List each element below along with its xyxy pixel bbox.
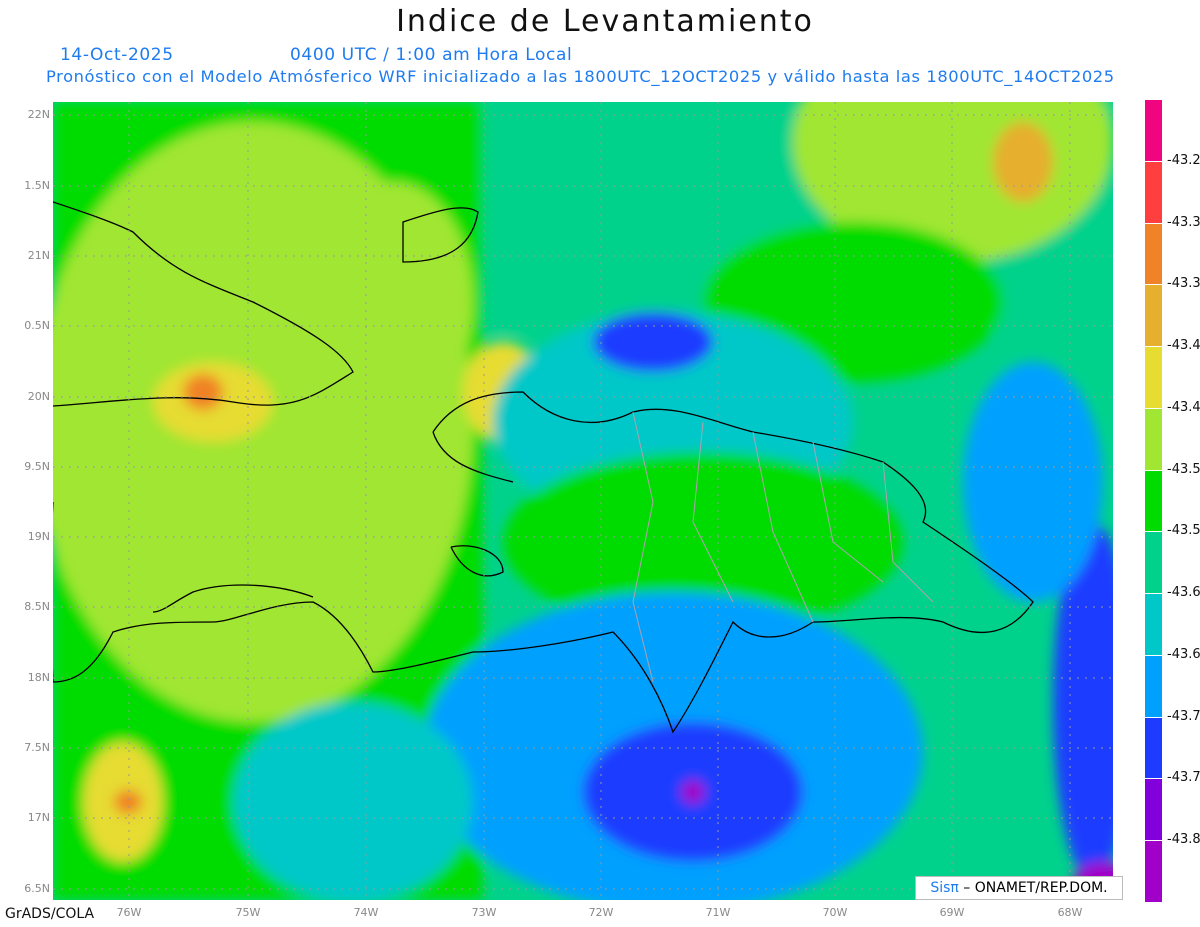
lat-label: 22N xyxy=(27,108,50,121)
lat-label: 17N xyxy=(27,811,50,824)
lat-label: 9.5N xyxy=(24,460,50,473)
colorbar-swatch xyxy=(1145,594,1162,655)
colorbar-swatch xyxy=(1145,532,1162,594)
lat-label: 6.5N xyxy=(24,882,50,895)
colorbar-label: -43.3 xyxy=(1167,214,1200,230)
colorbar-swatch xyxy=(1145,655,1162,717)
colorbar-swatch xyxy=(1145,470,1162,532)
lon-label: 68W xyxy=(1057,906,1083,919)
lon-label: 69W xyxy=(939,906,965,919)
grads-credit: GrADS/COLA xyxy=(5,906,95,922)
forecast-time: 0400 UTC / 1:00 am Hora Local xyxy=(290,45,573,65)
lifted-index-map xyxy=(53,102,1113,900)
forecast-description: Pronóstico con el Modelo Atmósferico WRF… xyxy=(46,67,1115,86)
colorbar-swatch xyxy=(1145,161,1162,223)
lon-label: 75W xyxy=(235,906,261,919)
forecast-date: 14-Oct-2025 xyxy=(60,45,174,65)
colorbar-label: -43.7 xyxy=(1167,708,1200,724)
colorbar-swatch xyxy=(1145,285,1162,347)
lon-label: 73W xyxy=(471,906,497,919)
colorbar-swatch xyxy=(1145,100,1162,161)
lat-label: 1.5N xyxy=(24,179,50,192)
lat-label: 21N xyxy=(27,249,50,262)
colorbar-swatch xyxy=(1145,223,1162,285)
colorbar-label: -43.8 xyxy=(1167,832,1200,848)
sispi-logo: Sisπ xyxy=(930,880,959,896)
colorbar-label: -43.7 xyxy=(1167,770,1200,786)
lon-label: 72W xyxy=(588,906,614,919)
colorbar-label: -43.6 xyxy=(1167,585,1200,601)
lon-label: 71W xyxy=(705,906,731,919)
colorbar-swatch xyxy=(1145,347,1162,408)
lat-label: 18N xyxy=(27,671,50,684)
credit-text: – ONAMET/REP.DOM. xyxy=(958,880,1108,896)
colorbar-label: -43.2 xyxy=(1167,152,1200,168)
lat-label: 0.5N xyxy=(24,319,50,332)
colorbar-swatch xyxy=(1145,779,1162,841)
chart-title: Indice de Levantamiento xyxy=(396,4,814,39)
lat-label: 7.5N xyxy=(24,741,50,754)
lon-label: 76W xyxy=(116,906,142,919)
lat-label: 19N xyxy=(27,530,50,543)
colorbar-label: -43.3 xyxy=(1167,276,1200,292)
colorbar-label: -43.4 xyxy=(1167,399,1200,415)
lat-label: 20N xyxy=(27,390,50,403)
lon-label: 70W xyxy=(822,906,848,919)
credit-box: Sisπ – ONAMET/REP.DOM. xyxy=(915,876,1123,900)
colorbar-swatch xyxy=(1145,408,1162,470)
colorbar-label: -43.5 xyxy=(1167,523,1200,539)
lat-label: 8.5N xyxy=(24,600,50,613)
colorbar-label: -43.6 xyxy=(1167,646,1200,662)
colorbar-swatch xyxy=(1145,717,1162,779)
colorbar-label: -43.4 xyxy=(1167,338,1200,354)
lon-label: 74W xyxy=(353,906,379,919)
colorbar-label: -43.5 xyxy=(1167,461,1200,477)
colorbar-swatch xyxy=(1145,841,1162,902)
